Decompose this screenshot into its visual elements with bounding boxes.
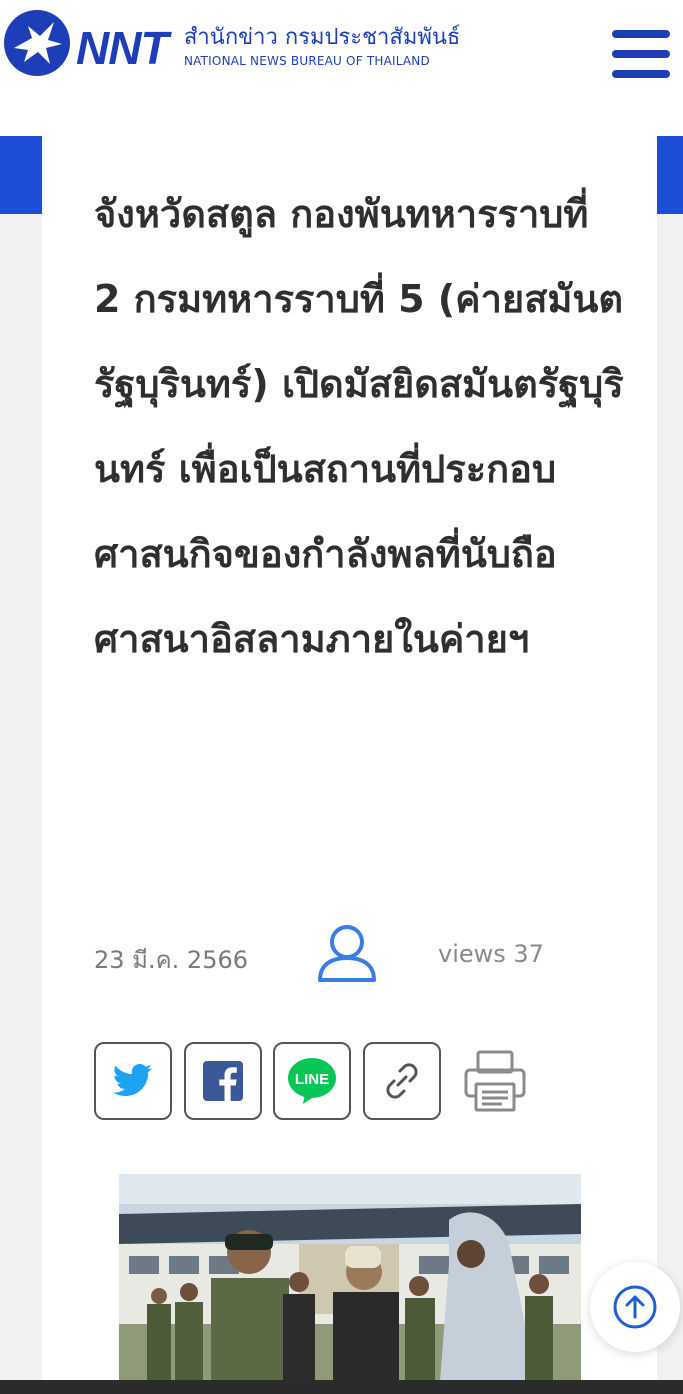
facebook-icon <box>203 1061 243 1101</box>
arrow-up-circle-icon <box>613 1285 657 1329</box>
share-line-button[interactable]: LINE <box>273 1042 351 1120</box>
line-label: LINE <box>295 1071 329 1088</box>
printer-icon[interactable] <box>462 1048 528 1114</box>
article-title: จังหวัดสตูล กองพันทหารราบที่ 2 กรมทหารรา… <box>94 192 624 661</box>
accent-strip-left <box>0 136 42 214</box>
share-twitter-button[interactable] <box>94 1042 172 1120</box>
scroll-to-top-button[interactable] <box>590 1262 680 1352</box>
views-count: views 37 <box>438 940 544 968</box>
site-header: NNT สำนักข่าว กรมประชาสัมพันธ์ NATIONAL … <box>0 0 683 136</box>
article-photo <box>119 1174 581 1394</box>
line-icon: LINE <box>288 1058 336 1104</box>
org-name-english: NATIONAL NEWS BUREAU OF THAILAND <box>184 54 430 68</box>
copy-link-button[interactable] <box>363 1042 441 1120</box>
menu-bar <box>612 50 670 58</box>
menu-bar <box>612 30 670 38</box>
nnt-logo-icon[interactable] <box>2 8 72 78</box>
org-name-thai: สำนักข่าว กรมประชาสัมพันธ์ <box>184 25 461 50</box>
page: NNT สำนักข่าว กรมประชาสัมพันธ์ NATIONAL … <box>0 0 683 1394</box>
hamburger-menu-button[interactable] <box>608 28 674 84</box>
browser-bottom-bar <box>0 1380 683 1394</box>
twitter-icon <box>113 1064 152 1097</box>
menu-bar <box>612 70 670 78</box>
link-icon <box>386 1063 418 1099</box>
logo-wordmark: NNT <box>76 22 169 74</box>
accent-strip-right <box>657 136 683 214</box>
share-facebook-button[interactable] <box>184 1042 262 1120</box>
user-icon[interactable] <box>314 920 380 986</box>
article-date: 23 มี.ค. 2566 <box>94 946 249 974</box>
article-card: จังหวัดสตูล กองพันทหารราบที่ 2 กรมทหารรา… <box>42 130 657 1394</box>
